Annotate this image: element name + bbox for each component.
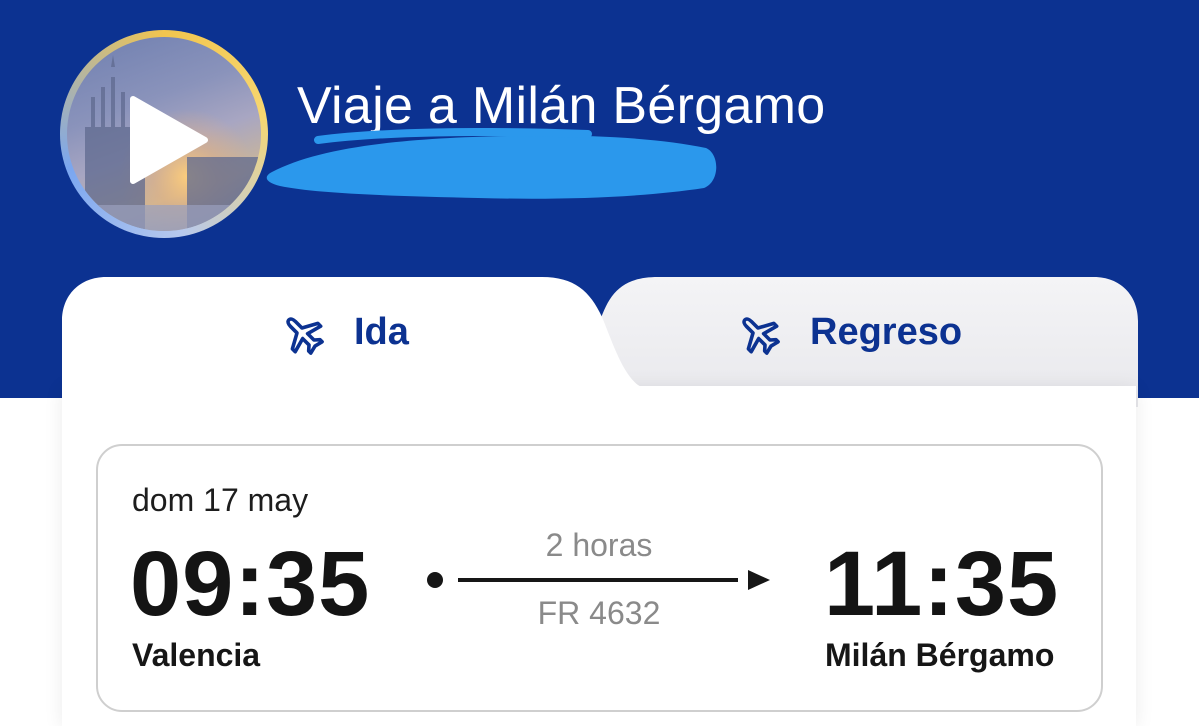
tab-ida-label: Ida	[354, 311, 409, 353]
flight-duration: 2 horas	[545, 527, 653, 563]
tab-regreso-label: Regreso	[810, 311, 963, 353]
play-icon	[130, 96, 208, 184]
departure-time: 09:35	[130, 533, 371, 635]
flight-date: dom 17 may	[132, 482, 309, 518]
flight-number: FR 4632	[537, 595, 661, 631]
arrival-city: Milán Bérgamo	[825, 637, 1055, 673]
route-arrow	[427, 570, 770, 590]
tab-ida[interactable]: Ida	[62, 277, 702, 437]
trip-video-thumbnail[interactable]	[60, 30, 268, 238]
redaction-scribble	[266, 128, 717, 199]
plane-icon	[742, 317, 780, 355]
departure-city: Valencia	[132, 637, 261, 673]
cathedral-photo	[67, 37, 261, 231]
plane-icon	[286, 317, 324, 355]
trip-title: Viaje a Milán Bérgamo	[297, 77, 826, 135]
arrival-time: 11:35	[824, 533, 1060, 635]
